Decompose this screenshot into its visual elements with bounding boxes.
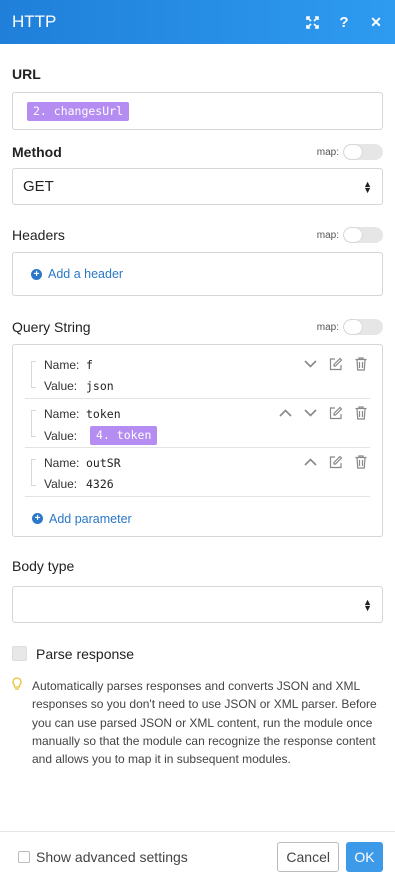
name-key: Name: [44, 407, 80, 421]
map-switch[interactable] [343, 144, 383, 160]
select-arrows-icon: ▲ ▼ [363, 596, 372, 613]
value-key: Value: [44, 477, 78, 491]
move-up-icon[interactable] [303, 454, 318, 469]
map-switch[interactable] [343, 227, 383, 243]
dialog-footer: Show advanced settings Cancel OK [0, 831, 395, 882]
map-label: map: [316, 229, 339, 241]
method-header: Method map: [12, 142, 383, 162]
map-label: map: [316, 146, 339, 158]
body-type-label: Body type [12, 558, 75, 574]
edit-icon[interactable] [328, 454, 343, 469]
item-bracket [31, 410, 36, 437]
method-label: Method [12, 144, 62, 160]
ok-button[interactable]: OK [346, 842, 383, 872]
lightbulb-icon [12, 677, 24, 768]
headers-label: Headers [12, 227, 65, 243]
select-arrows-icon: ▲ ▼ [363, 178, 372, 195]
add-parameter-label: Add parameter [49, 511, 132, 526]
headers-map-toggle[interactable]: map: [317, 227, 383, 243]
parse-response-info: Automatically parses responses and conve… [12, 677, 383, 768]
delete-icon[interactable] [353, 454, 368, 469]
parse-response-label: Parse response [36, 645, 135, 662]
plus-icon: + [32, 513, 43, 524]
value-key: Value: [44, 428, 78, 443]
add-header-label: Add a header [48, 267, 124, 281]
body-type-select[interactable]: ▲ ▼ [12, 586, 383, 623]
advanced-settings-toggle[interactable]: Show advanced settings [18, 849, 277, 865]
item-bracket [31, 361, 36, 388]
param-value-pill[interactable]: 4. token [90, 426, 158, 445]
add-parameter-button[interactable]: + Add parameter [32, 512, 132, 526]
value-key: Value: [44, 379, 78, 393]
url-input[interactable]: 2. changesUrl [12, 92, 383, 130]
query-param-item: Name: token Value: 4. token [25, 399, 370, 448]
advanced-settings-checkbox[interactable] [18, 851, 30, 863]
parse-response-row: Parse response [12, 645, 383, 662]
param-value: 4326 [86, 477, 114, 491]
param-name: outSR [86, 456, 121, 470]
move-up-icon[interactable] [278, 405, 293, 420]
parse-response-info-text: Automatically parses responses and conve… [32, 679, 377, 767]
query-param-item: Name: outSR Value: 4326 [25, 448, 370, 497]
item-bracket [31, 459, 36, 486]
parse-response-checkbox[interactable] [12, 646, 27, 661]
edit-icon[interactable] [328, 356, 343, 371]
dialog-titlebar: HTTP ? ✕ [0, 0, 395, 44]
map-label: map: [316, 321, 339, 333]
query-string-box: Name: f Value: json Name: token Value: 4… [12, 344, 383, 537]
url-label: URL [12, 66, 41, 82]
move-down-icon[interactable] [303, 405, 318, 420]
move-down-icon[interactable] [303, 356, 318, 371]
query-string-label: Query String [12, 319, 91, 335]
method-value: GET [23, 178, 54, 195]
edit-icon[interactable] [328, 405, 343, 420]
headers-box: + Add a header [12, 252, 383, 296]
method-map-toggle[interactable]: map: [317, 144, 383, 160]
query-string-map-toggle[interactable]: map: [317, 319, 383, 335]
method-select[interactable]: GET ▲ ▼ [12, 168, 383, 205]
param-value: json [86, 379, 114, 393]
name-key: Name: [44, 456, 80, 470]
plus-icon: + [31, 268, 42, 280]
delete-icon[interactable] [353, 405, 368, 420]
help-icon[interactable]: ? [337, 14, 351, 31]
name-key: Name: [44, 358, 80, 372]
add-header-button[interactable]: + Add a header [31, 267, 123, 281]
dialog-title: HTTP [12, 12, 57, 31]
query-string-header: Query String map: [12, 317, 383, 337]
advanced-settings-label: Show advanced settings [36, 849, 188, 865]
close-icon[interactable]: ✕ [369, 14, 383, 30]
expand-icon[interactable] [305, 15, 319, 29]
headers-header: Headers map: [12, 225, 383, 245]
query-param-item: Name: f Value: json [25, 350, 370, 399]
param-name: token [86, 407, 121, 421]
map-switch[interactable] [343, 319, 383, 335]
url-value-pill[interactable]: 2. changesUrl [27, 101, 130, 121]
cancel-button[interactable]: Cancel [277, 842, 339, 872]
param-name: f [86, 358, 93, 372]
delete-icon[interactable] [353, 356, 368, 371]
